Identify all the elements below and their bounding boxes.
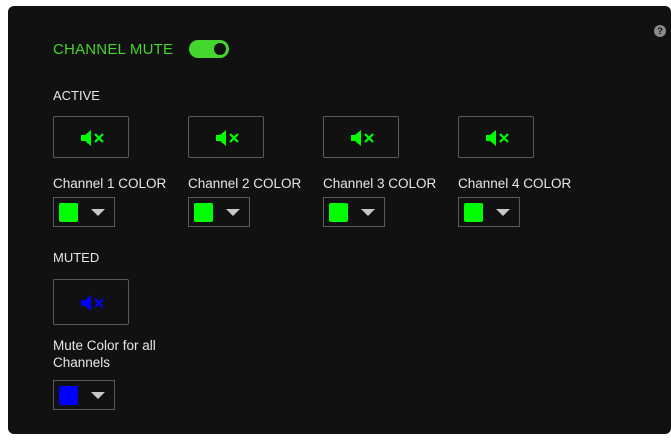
chevron-down-icon [91, 392, 105, 399]
color-swatch [329, 203, 348, 222]
color-swatch [59, 203, 78, 222]
channel-4-preview-button[interactable] [458, 116, 534, 158]
speaker-mute-icon [81, 295, 104, 311]
channel-1-preview-button[interactable] [53, 116, 129, 158]
chevron-down-icon [91, 209, 105, 216]
muted-heading: MUTED [53, 250, 100, 265]
channel-2-preview-button[interactable] [188, 116, 264, 158]
color-swatch [59, 386, 78, 405]
channel-2-color-picker[interactable] [188, 197, 250, 227]
channel-3-preview-button[interactable] [323, 116, 399, 158]
speaker-mute-icon [81, 130, 104, 146]
toggle-knob [214, 43, 226, 55]
channel-4-color-label: Channel 4 COLOR [458, 176, 572, 191]
mute-color-label: Mute Color for all Channels [53, 338, 156, 370]
channel-1-color-picker[interactable] [53, 197, 115, 227]
mute-color-picker[interactable] [53, 380, 115, 410]
speaker-mute-icon [351, 130, 374, 146]
channel-3-color-picker[interactable] [323, 197, 385, 227]
chevron-down-icon [361, 209, 375, 216]
muted-preview-button[interactable] [53, 279, 129, 325]
channel-mute-toggle[interactable] [189, 40, 229, 58]
channel-4-color-picker[interactable] [458, 197, 520, 227]
channel-2-color-label: Channel 2 COLOR [188, 176, 302, 191]
chevron-down-icon [226, 209, 240, 216]
color-swatch [464, 203, 483, 222]
page-title: CHANNEL MUTE [53, 41, 174, 58]
chevron-down-icon [496, 209, 510, 216]
speaker-mute-icon [216, 130, 239, 146]
active-heading: ACTIVE [53, 88, 100, 103]
color-swatch [194, 203, 213, 222]
channel-3-color-label: Channel 3 COLOR [323, 176, 437, 191]
help-icon[interactable]: ? [654, 25, 666, 37]
channel-1-color-label: Channel 1 COLOR [53, 176, 167, 191]
speaker-mute-icon [486, 130, 509, 146]
